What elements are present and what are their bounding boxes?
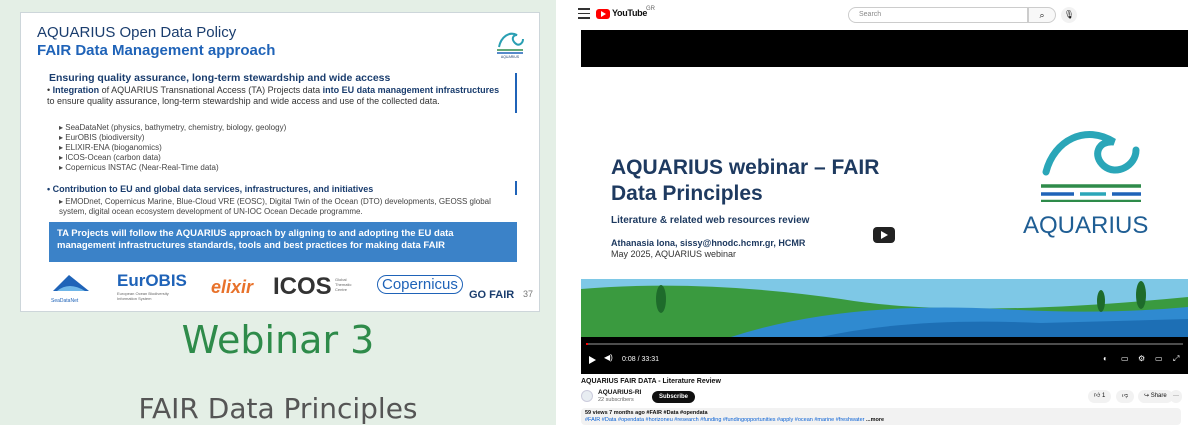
share-button[interactable]: ↪ Share: [1138, 390, 1173, 403]
video-slide-date: May 2025, AQUARIUS webinar: [611, 249, 737, 259]
video-time: 0:08 / 33:31: [622, 356, 659, 363]
aquarius-wave-logo-icon: [1041, 131, 1141, 202]
autoplay-toggle-icon[interactable]: ◐: [1103, 354, 1108, 363]
youtube-logo-icon[interactable]: [596, 9, 610, 19]
landscape-illustration: [581, 279, 1188, 337]
seadatanet-logo: SeaDataNet: [51, 273, 91, 304]
slide-bullet: • Contribution to EU and global data ser…: [47, 184, 374, 194]
thumbs-up-icon: 👍︎: [1094, 393, 1101, 399]
video-slide-title: AQUARIUS webinar – FAIR Data Principles: [611, 156, 880, 205]
subscribe-button[interactable]: Subscribe: [652, 391, 696, 403]
channel-name[interactable]: AQUARIUS-RI: [598, 389, 641, 396]
more-link[interactable]: ...more: [866, 417, 884, 423]
list-item: ▸ ICOS-Ocean (carbon data): [59, 153, 161, 162]
like-button[interactable]: 👍︎ 1: [1088, 390, 1112, 403]
settings-gear-icon[interactable]: ⚙: [1138, 354, 1145, 363]
microphone-icon[interactable]: 🎙: [1061, 7, 1077, 23]
webinar-subtitle: FAIR Data Principles: [138, 392, 418, 425]
hamburger-menu-icon[interactable]: [578, 8, 590, 19]
video-frame: AQUARIUS webinar – FAIR Data Principles …: [581, 67, 1188, 337]
play-button-icon[interactable]: [873, 227, 895, 243]
play-icon[interactable]: [589, 356, 596, 364]
slide-accent-line: [515, 73, 517, 113]
channel-avatar[interactable]: [581, 390, 593, 402]
webinar-thumbnail-panel: AQUARIUS Open Data Policy FAIR Data Mana…: [0, 0, 556, 425]
more-actions-icon[interactable]: ···: [1170, 390, 1182, 403]
slide-heading: Ensuring quality assurance, long-term st…: [49, 72, 391, 84]
share-icon: ↪: [1144, 393, 1150, 399]
video-description[interactable]: 59 views 7 months ago #FAIR #Data #opend…: [581, 408, 1181, 425]
video-slide-brand: AQUARIUS: [1023, 212, 1149, 239]
elixir-logo: elixir: [211, 277, 254, 297]
webinar-title: Webinar 3: [181, 318, 375, 362]
theater-mode-icon[interactable]: ▭: [1155, 354, 1163, 363]
slide-logo-text: AQUARIUS: [501, 55, 520, 59]
slide-title: AQUARIUS Open Data Policy: [37, 24, 237, 41]
progress-bar[interactable]: [586, 343, 1183, 345]
search-icon[interactable]: ⌕: [1028, 7, 1056, 23]
volume-icon[interactable]: ◀): [604, 353, 613, 362]
list-item: ▸ EurOBIS (biodiversity): [59, 133, 145, 142]
copernicus-logo: Copernicus: [377, 275, 463, 294]
list-item: ▸ Copernicus INSTAC (Near-Real-Time data…: [59, 163, 219, 172]
list-item: ▸ ELIXIR-ENA (bioganomics): [59, 143, 162, 152]
dislike-icon[interactable]: 👎︎: [1116, 390, 1135, 403]
icos-logo: ICOS: [273, 273, 332, 300]
subtitles-icon[interactable]: ▭: [1121, 354, 1129, 363]
youtube-header: YouTube GR Search ⌕ 🎙: [570, 0, 1188, 30]
slide-bullet-text: ▸ EMODnet, Copernicus Marine, Blue-Cloud…: [59, 197, 491, 216]
presentation-slide: AQUARIUS Open Data Policy FAIR Data Mana…: [20, 12, 540, 312]
seadatanet-icon: [53, 275, 89, 291]
youtube-brand[interactable]: YouTube: [612, 8, 647, 18]
slide-paragraph: • Integration of AQUARIUS Transnational …: [47, 85, 500, 106]
region-code: GR: [646, 6, 655, 12]
video-slide-subtitle: Literature & related web resources revie…: [611, 215, 810, 226]
video-slide-author: Athanasia Iona, sissy@hnodc.hcmr.gr, HCM…: [611, 238, 806, 248]
icos-subtitle: Global Thematic Centre: [335, 277, 352, 292]
slide-subtitle: FAIR Data Management approach: [37, 42, 276, 59]
video-player[interactable]: AQUARIUS webinar – FAIR Data Principles …: [581, 30, 1188, 374]
video-controls: ◀) 0:08 / 33:31 ◐ ▭ ⚙ ▭ ⤢: [581, 340, 1188, 374]
slide-accent-line: [515, 181, 517, 195]
gofair-logo: GO FAIR: [469, 289, 515, 301]
description-tags[interactable]: #FAIR #Data #opendata #horizoneu #resear…: [585, 417, 864, 423]
eurobis-logo: EurOBIS European Ocean Biodiversity Info…: [117, 271, 187, 301]
youtube-page: YouTube GR Search ⌕ 🎙 AQUARIUS webinar –…: [570, 0, 1188, 425]
subscriber-count: 22 subscribers: [598, 397, 634, 403]
search-input[interactable]: Search: [848, 7, 1028, 23]
aquarius-logo-icon: AQUARIUS: [497, 32, 524, 59]
partner-logos: SeaDataNet EurOBIS European Ocean Biodiv…: [51, 271, 521, 305]
slide-callout-box: TA Projects will follow the AQUARIUS app…: [49, 222, 517, 262]
video-title: AQUARIUS FAIR DATA - Literature Review: [581, 378, 721, 385]
fullscreen-icon[interactable]: ⤢: [1173, 354, 1179, 364]
list-item: ▸ SeaDataNet (physics, bathymetry, chemi…: [59, 123, 287, 132]
slide-page-number: 37: [522, 289, 533, 299]
